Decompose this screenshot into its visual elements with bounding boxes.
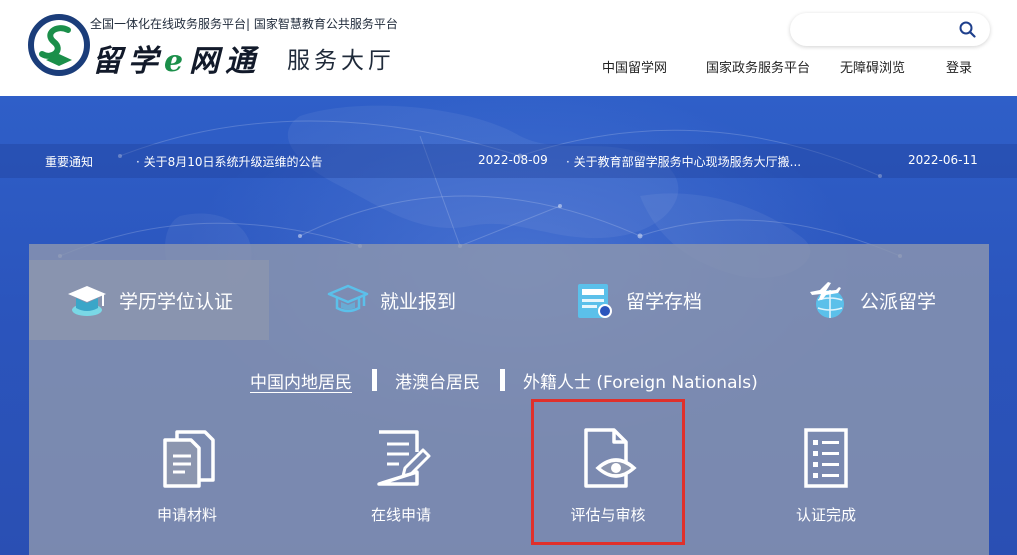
search-icon[interactable] [959,21,976,38]
notice-label: 重要通知 [45,155,94,169]
site-header: 全国一体化在线政务服务平台| 国家智慧教育公共服务平台 留学e网通 服务大厅 中… [0,0,1017,96]
document-card-icon [578,284,612,318]
site-name-part-2: 网通 [189,44,262,79]
category-divider [372,369,377,391]
category-mainland-residents[interactable]: 中国内地居民 [250,368,352,393]
applicant-category-switch: 中国内地居民 港澳台居民 外籍人士 (Foreign Nationals) [250,367,758,393]
graduation-cap-icon [67,286,106,316]
nav-link-accessibility[interactable]: 无障碍浏览 [840,57,905,76]
checklist-icon [804,428,848,488]
tab-degree-certification[interactable]: 学历学位认证 [29,260,269,340]
notice-item-2[interactable]: · 关于教育部留学服务中心现场服务大厅搬... [566,153,801,170]
tab-label: 公派留学 [860,290,937,313]
tab-government-sponsored-study[interactable]: 公派留学 [806,260,936,340]
graduation-cap-outline-icon [327,284,369,313]
step-online-application[interactable]: 在线申请 [336,426,466,525]
platform-tagline: 全国一体化在线政务服务平台| 国家智慧教育公共服务平台 [90,17,398,31]
notice-item-1[interactable]: · 关于8月10日系统升级运维的公告 [136,153,323,170]
category-hk-macao-taiwan-residents[interactable]: 港澳台居民 [395,368,480,393]
nav-link-gov-service[interactable]: 国家政务服务平台 [706,57,810,76]
site-name-e: e [164,44,190,79]
notice-bar: 重要通知 · 关于8月10日系统升级运维的公告 2022-08-09 · 关于教… [0,144,1017,178]
site-logo-icon[interactable] [28,14,90,76]
tab-label: 留学存档 [626,290,703,313]
search-box [790,13,990,46]
category-divider [500,369,505,391]
search-input[interactable] [790,13,950,46]
tab-employment-registration[interactable]: 就业报到 [326,260,456,340]
notice-date-1: 2022-08-09 [478,153,548,167]
airplane-globe-icon [810,282,844,318]
site-name-part-1: 留学 [92,44,164,79]
step-label: 在线申请 [370,506,431,524]
highlight-box [531,399,685,545]
site-name: 留学e网通 [92,36,261,80]
nav-link-cscse[interactable]: 中国留学网 [602,57,667,76]
tab-study-abroad-archive[interactable]: 留学存档 [572,260,702,340]
notice-date-2: 2022-06-11 [908,153,978,167]
step-certification-complete[interactable]: 认证完成 [761,426,891,525]
documents-icon [163,430,215,488]
tab-label: 就业报到 [380,290,457,313]
step-application-materials[interactable]: 申请材料 [122,426,252,525]
step-label: 申请材料 [156,506,217,524]
tab-label: 学历学位认证 [118,290,233,313]
edit-form-icon [377,430,431,486]
site-subtitle: 服务大厅 [287,48,395,74]
nav-link-login[interactable]: 登录 [946,57,972,76]
step-label: 认证完成 [795,506,856,524]
category-foreign-nationals[interactable]: 外籍人士 (Foreign Nationals) [523,368,758,393]
